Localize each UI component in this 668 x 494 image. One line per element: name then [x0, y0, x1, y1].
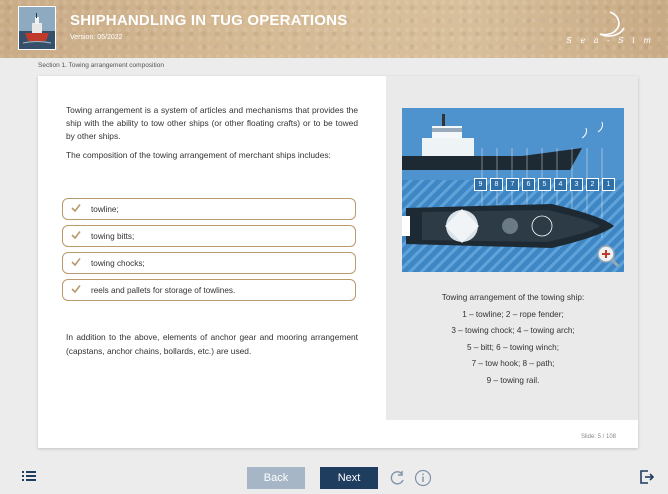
section-label: Section 1. Towing arrangement compositio… — [38, 62, 164, 69]
caption-line: 9 – towing rail. — [486, 375, 540, 385]
list-item: towline; — [62, 198, 356, 220]
app-version: Version: 05/2022 — [70, 34, 123, 41]
diagram-label: 9 — [474, 178, 487, 191]
back-button[interactable]: Back — [247, 467, 305, 489]
list-item: towing chocks; — [62, 252, 356, 274]
caption-line: 5 – bitt; 6 – towing winch; — [467, 342, 559, 352]
caption-line: 3 – towing chock; 4 – towing arch; — [451, 326, 575, 335]
course-logo-image — [18, 6, 56, 50]
outro-paragraph: In addition to the above, elements of an… — [66, 332, 358, 356]
header-texture — [0, 0, 668, 58]
reload-icon[interactable] — [388, 469, 406, 487]
intro-paragraph-1: Towing arrangement is a system of articl… — [66, 105, 358, 141]
slide-card: Towing arrangement is a system of articl… — [38, 76, 638, 448]
list-menu-icon[interactable] — [22, 470, 36, 482]
exit-icon[interactable] — [640, 470, 654, 484]
figure-caption: Towing arrangement of the towing ship: 1… — [402, 290, 624, 389]
brand-logo-icon — [599, 11, 625, 37]
slide-counter: Slide: 5 / 108 — [580, 434, 616, 440]
diagram-label: 4 — [554, 178, 567, 191]
figure-panel: 9 8 7 6 5 4 3 2 1 Towing arrangement of … — [386, 76, 638, 420]
list-item: towing bitts; — [62, 225, 356, 247]
diagram-label: 2 — [586, 178, 599, 191]
diagram-label: 3 — [570, 178, 583, 191]
zoom-in-icon[interactable] — [596, 244, 620, 268]
intro-text: Towing arrangement is a system of articl… — [66, 104, 358, 168]
caption-line: 7 – tow hook; 8 – path; — [471, 359, 555, 368]
check-icon — [71, 204, 81, 213]
next-button[interactable]: Next — [320, 467, 378, 489]
caption-line: 1 – towline; 2 – rope fender; — [462, 309, 564, 319]
brand-text: S e a - S i m — [566, 36, 654, 45]
diagram-label: 5 — [538, 178, 551, 191]
diagram-labels: 9 8 7 6 5 4 3 2 1 — [474, 178, 615, 191]
diagram-label: 6 — [522, 178, 535, 191]
diagram-label: 1 — [602, 178, 615, 191]
list-item: reels and pallets for storage of towline… — [62, 279, 356, 301]
caption-line: Towing arrangement of the towing ship: — [441, 293, 585, 302]
check-icon — [71, 231, 81, 240]
diagram-label: 7 — [506, 178, 519, 191]
list-item-label: towing chocks; — [91, 259, 145, 268]
app-title: SHIPHANDLING IN TUG OPERATIONS — [70, 12, 348, 29]
app-header: SHIPHANDLING IN TUG OPERATIONS Version: … — [0, 0, 668, 58]
composition-list: towline; towing bitts; towing chocks; re… — [62, 198, 356, 306]
intro-paragraph-2: The composition of the towing arrangemen… — [66, 150, 331, 160]
check-icon — [71, 285, 81, 294]
list-item-label: reels and pallets for storage of towline… — [91, 286, 236, 295]
list-item-label: towing bitts; — [91, 232, 135, 241]
check-icon — [71, 258, 81, 267]
list-item-label: towline; — [91, 205, 119, 214]
info-icon[interactable] — [414, 469, 432, 487]
diagram-label: 8 — [490, 178, 503, 191]
towing-arrangement-diagram[interactable]: 9 8 7 6 5 4 3 2 1 — [402, 108, 624, 272]
